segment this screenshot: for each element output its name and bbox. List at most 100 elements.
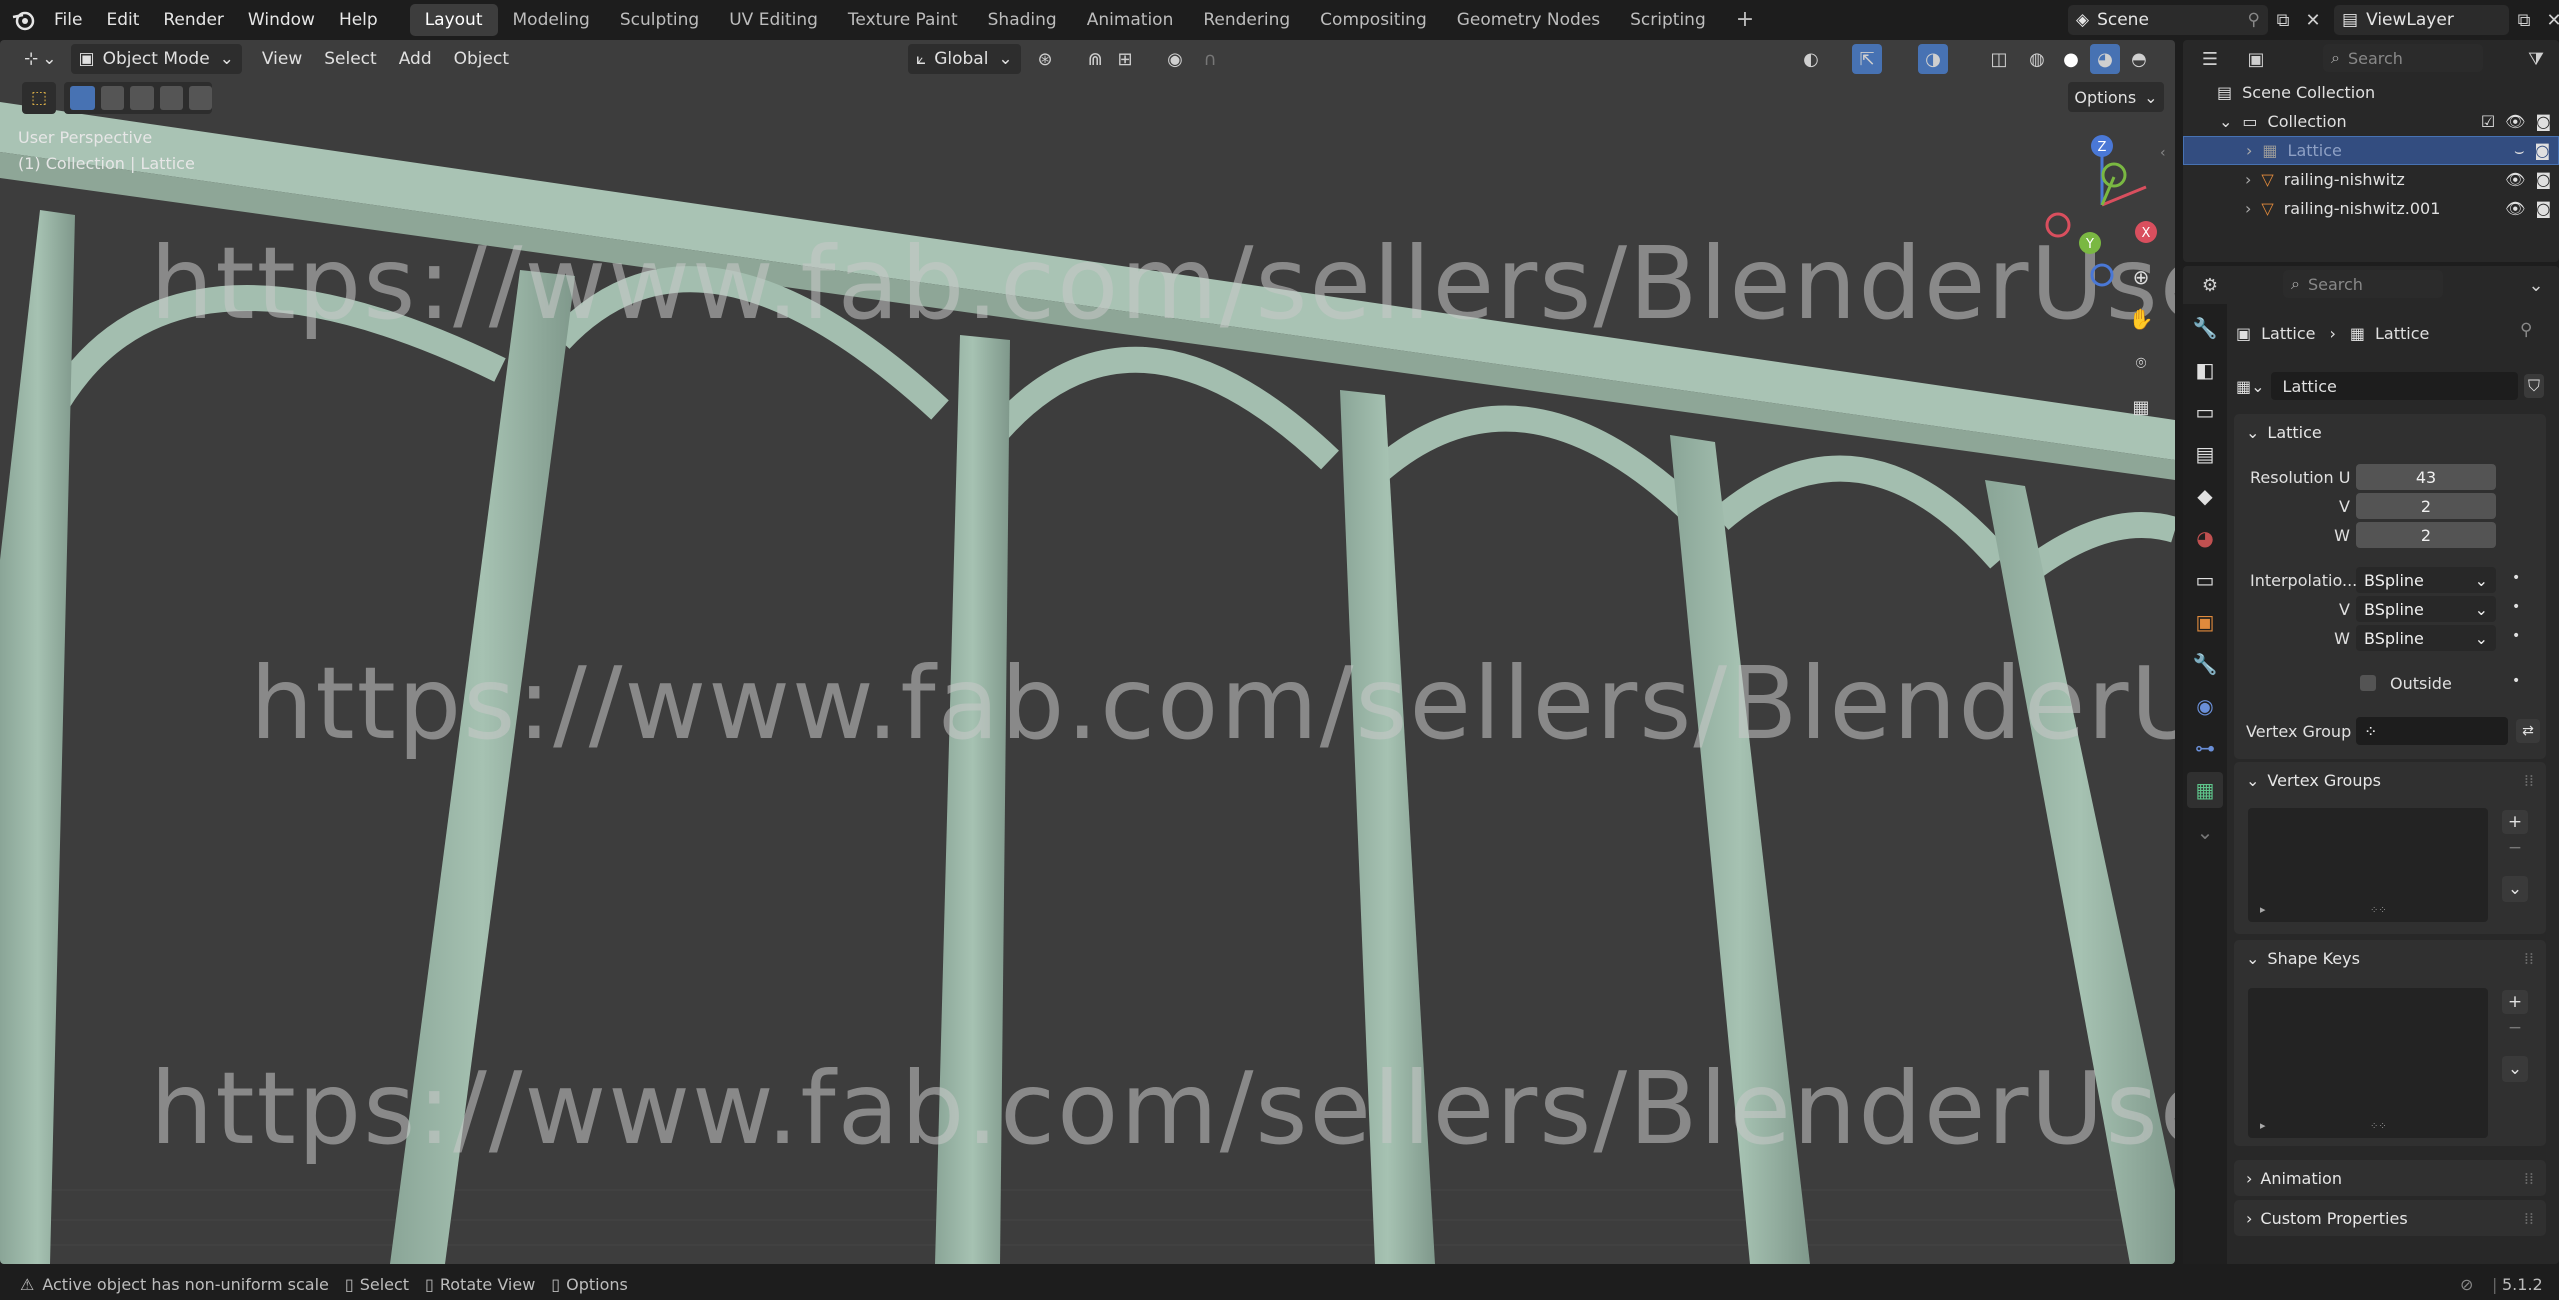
render-tab-icon[interactable]: ◧ — [2187, 352, 2223, 388]
keyframe-dot-icon[interactable]: • — [2512, 673, 2520, 689]
remove-vertex-group-button[interactable]: − — [2502, 836, 2528, 860]
expand-triangle-icon[interactable]: ▸ — [2260, 1119, 2266, 1132]
xray-icon[interactable]: ◫ — [1984, 44, 2014, 74]
editor-type-icon[interactable]: ☰ — [2195, 44, 2225, 74]
pin-icon[interactable]: ⚲ — [2520, 320, 2532, 340]
gizmo-toggle-icon[interactable]: ⇱ — [1852, 44, 1882, 74]
shape-key-menu-icon[interactable]: ⌄ — [2502, 1056, 2528, 1082]
eye-icon[interactable]: 👁 — [2505, 112, 2525, 131]
outliner-item-railing-001[interactable]: › ▽ railing-nishwitz.001 👁 ◙ — [2183, 194, 2559, 223]
keyframe-dot-icon[interactable]: • — [2512, 628, 2520, 644]
tab-scripting[interactable]: Scripting — [1615, 4, 1721, 36]
interpolation-w-select[interactable]: BSpline ⌄ — [2356, 625, 2496, 651]
output-tab-icon[interactable]: ▭ — [2187, 394, 2223, 430]
keyframe-dot-icon[interactable]: • — [2512, 570, 2520, 586]
animation-header[interactable]: › Animation ⁞⁞ — [2234, 1160, 2546, 1196]
tab-geometry-nodes[interactable]: Geometry Nodes — [1442, 4, 1615, 36]
menu-edit[interactable]: Edit — [94, 0, 151, 40]
eye-icon[interactable]: 👁 — [2505, 170, 2525, 189]
filter-icon[interactable]: ⧩ — [2521, 44, 2551, 74]
new-viewlayer-icon[interactable]: ⧉ — [2509, 5, 2539, 35]
outliner-item-railing[interactable]: › ▽ railing-nishwitz 👁 ◙ — [2183, 165, 2559, 194]
resolution-u-field[interactable]: 43 — [2356, 464, 2496, 490]
3d-viewport[interactable]: https://www.fab.com/sellers/BlenderUserS… — [0, 40, 2175, 1264]
lattice-data-icon[interactable]: ▦⌄ — [2236, 377, 2265, 396]
select-invert-icon[interactable] — [159, 86, 183, 110]
outliner-collection[interactable]: ⌄ ▭ Collection ☑ 👁 ◙ — [2183, 107, 2559, 136]
scene-selector[interactable]: ◈ Scene ⚲ — [2068, 5, 2268, 35]
gizmo-neg-x-axis[interactable] — [2045, 212, 2071, 238]
pin-icon[interactable]: ⚲ — [2248, 10, 2260, 30]
select-extend-icon[interactable] — [101, 86, 125, 110]
drag-handle-icon[interactable]: ⁞⁞ — [2524, 949, 2534, 968]
viewlayer-selector[interactable]: ▤ ViewLayer — [2334, 5, 2509, 35]
tab-shading[interactable]: Shading — [973, 4, 1072, 36]
camera-view-icon[interactable]: ⌾ — [2124, 346, 2158, 380]
menu-window[interactable]: Window — [236, 0, 327, 40]
expand-icon[interactable]: › — [2246, 141, 2252, 160]
vertex-groups-list[interactable]: ▸ ⁘⁘ — [2248, 808, 2488, 922]
resolution-w-field[interactable]: 2 — [2356, 522, 2496, 548]
tool-tab-icon[interactable]: 🔧 — [2187, 310, 2223, 346]
network-off-icon[interactable]: ⊘ — [2460, 1275, 2473, 1294]
pan-hand-icon[interactable]: ✋ — [2124, 302, 2158, 336]
select-subtract-icon[interactable] — [130, 86, 154, 110]
shape-keys-list[interactable]: ▸ ⁘⁘ — [2248, 988, 2488, 1138]
world-tab-icon[interactable]: ◕ — [2187, 520, 2223, 556]
material-shading-icon[interactable]: ◕ — [2090, 44, 2120, 74]
delete-scene-icon[interactable]: ✕ — [2298, 5, 2328, 35]
tab-sculpting[interactable]: Sculpting — [605, 4, 714, 36]
resize-handle-icon[interactable]: ⁘⁘ — [2370, 905, 2387, 916]
solid-shading-icon[interactable]: ● — [2056, 44, 2086, 74]
gizmo-neg-z-axis[interactable] — [2090, 263, 2114, 287]
camera-icon[interactable]: ◙ — [2534, 141, 2550, 160]
menu-object[interactable]: Object — [446, 44, 517, 74]
outliner-search-input[interactable]: ⌕ Search — [2323, 44, 2483, 72]
expand-icon[interactable]: › — [2245, 170, 2251, 189]
menu-view[interactable]: View — [254, 44, 310, 74]
editor-type-icon[interactable]: ⚙ — [2195, 270, 2225, 300]
add-vertex-group-button[interactable]: + — [2502, 810, 2528, 834]
collection-tab-icon[interactable]: ▭ — [2187, 562, 2223, 598]
menu-file[interactable]: File — [42, 0, 94, 40]
menu-help[interactable]: Help — [327, 0, 390, 40]
remove-shape-key-button[interactable]: − — [2502, 1016, 2528, 1040]
chevron-down-icon[interactable]: ⌄ — [2187, 814, 2223, 850]
properties-search-input[interactable]: ⌕ Search — [2283, 270, 2443, 298]
gizmo-neg-y-axis[interactable] — [2101, 162, 2127, 188]
chevron-down-icon[interactable]: ⌄ — [2521, 270, 2551, 300]
camera-icon[interactable]: ◙ — [2535, 199, 2551, 218]
shape-keys-header[interactable]: ⌄ Shape Keys ⁞⁞ — [2234, 940, 2546, 976]
custom-properties-header[interactable]: › Custom Properties ⁞⁞ — [2234, 1200, 2546, 1236]
outliner-item-lattice[interactable]: › ▦ Lattice ⌣ ◙ — [2183, 136, 2559, 165]
add-workspace-button[interactable]: + — [1721, 4, 1769, 36]
keyframe-dot-icon[interactable]: • — [2512, 599, 2520, 615]
overlay-toggle-icon[interactable]: ◑ — [1918, 44, 1948, 74]
invert-icon[interactable]: ⇄ — [2516, 719, 2540, 743]
snap-target-icon[interactable]: ⊞ — [1110, 44, 1140, 74]
tab-layout[interactable]: Layout — [409, 4, 498, 36]
vertex-groups-header[interactable]: ⌄ Vertex Groups ⁞⁞ — [2234, 762, 2546, 798]
editor-type-button[interactable]: ⊹ ⌄ — [16, 44, 65, 74]
options-dropdown[interactable]: Options ⌄ — [2068, 82, 2164, 112]
select-new-icon[interactable] — [70, 86, 96, 110]
new-scene-icon[interactable]: ⧉ — [2268, 5, 2298, 35]
expand-icon[interactable]: › — [2245, 199, 2251, 218]
interpolation-u-select[interactable]: BSpline ⌄ — [2356, 567, 2496, 593]
visibility-icon[interactable]: ◐ — [1796, 44, 1826, 74]
zoom-icon[interactable]: ⊕ — [2124, 260, 2158, 294]
outside-checkbox-row[interactable]: Outside — [2360, 670, 2452, 696]
menu-render[interactable]: Render — [151, 0, 236, 40]
drag-handle-icon[interactable]: ⁞⁞ — [2524, 1169, 2534, 1188]
camera-icon[interactable]: ◙ — [2535, 170, 2551, 189]
view-layer-tab-icon[interactable]: ▤ — [2187, 436, 2223, 472]
eye-icon[interactable]: 👁 — [2505, 199, 2525, 218]
menu-select[interactable]: Select — [316, 44, 384, 74]
expand-icon[interactable]: ⌄ — [2219, 112, 2232, 131]
custom-properties-panel[interactable]: › Custom Properties ⁞⁞ — [2234, 1200, 2546, 1236]
sidebar-toggle-icon[interactable]: ‹ — [2160, 145, 2166, 161]
display-mode-icon[interactable]: ▣ — [2241, 44, 2271, 74]
snap-icon[interactable]: ⋒ — [1080, 44, 1110, 74]
tab-uv-editing[interactable]: UV Editing — [714, 4, 833, 36]
ortho-grid-icon[interactable]: ▦ — [2124, 390, 2158, 424]
